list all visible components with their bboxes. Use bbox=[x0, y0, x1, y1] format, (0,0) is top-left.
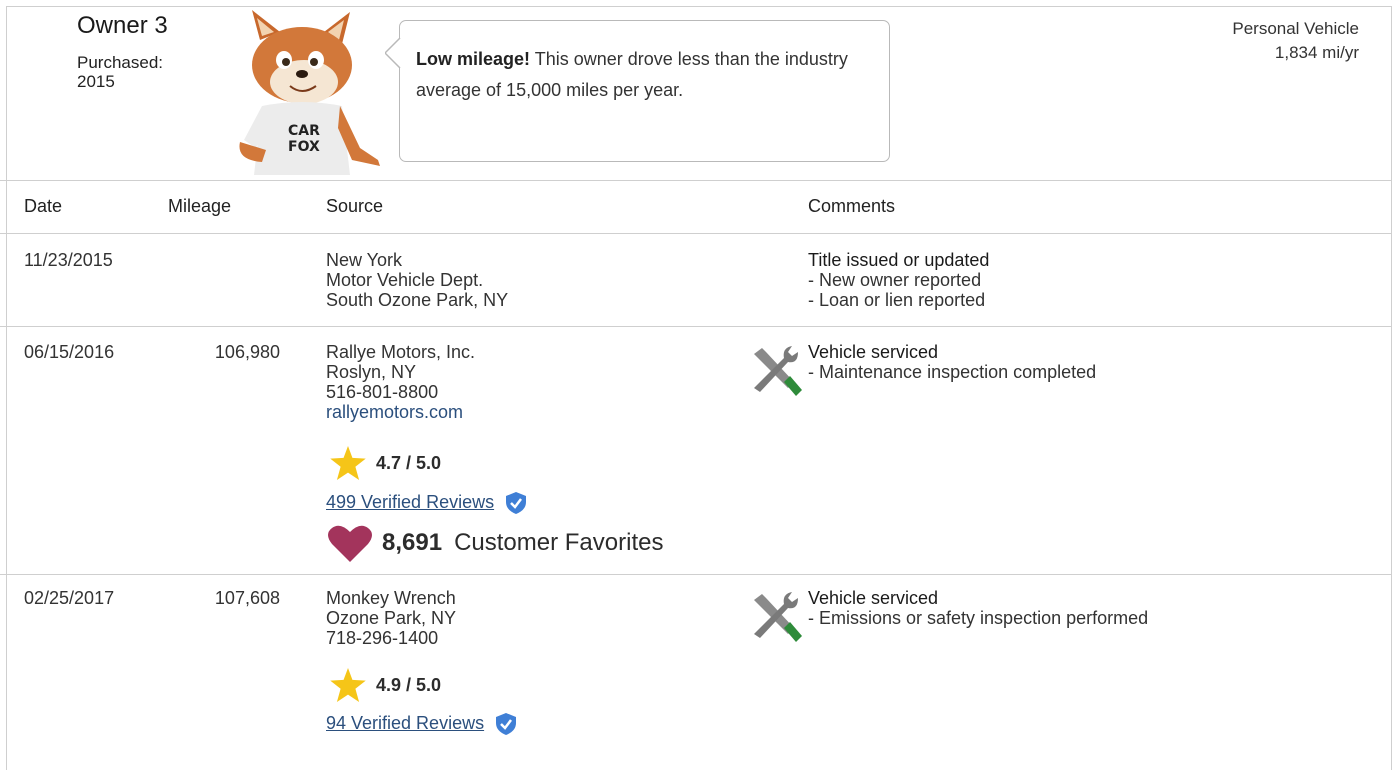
star-icon bbox=[330, 446, 366, 480]
vehicle-usage: Personal Vehicle 1,834 mi/yr bbox=[1232, 17, 1359, 65]
callout-tail bbox=[385, 38, 401, 68]
column-header-date: Date bbox=[24, 196, 63, 216]
row-mileage: 107,608 bbox=[214, 588, 280, 608]
reviews-row: 499 Verified Reviews bbox=[326, 491, 527, 515]
comment-title: Vehicle serviced bbox=[808, 342, 939, 362]
vehicle-type: Personal Vehicle bbox=[1232, 19, 1359, 38]
rating-score: 4.9 / 5.0 bbox=[376, 674, 442, 695]
source-line: Motor Vehicle Dept. bbox=[326, 270, 484, 290]
comment-line: - Maintenance inspection completed bbox=[808, 362, 1097, 382]
row-source: Monkey Wrench Ozone Park, NY 718-296-140… bbox=[326, 588, 456, 648]
comment-title: Title issued or updated bbox=[808, 250, 990, 270]
purchased-label: Purchased: bbox=[77, 53, 163, 72]
row-mileage: 106,980 bbox=[214, 342, 280, 362]
miles-per-year: 1,834 mi/yr bbox=[1274, 43, 1359, 62]
comment-line: - Emissions or safety inspection perform… bbox=[808, 608, 1149, 628]
star-icon bbox=[330, 668, 366, 702]
verified-shield-icon bbox=[496, 713, 517, 735]
verified-reviews-link[interactable]: 499 Verified Reviews bbox=[326, 492, 494, 512]
comment-line: - New owner reported bbox=[808, 270, 982, 290]
divider bbox=[0, 180, 1392, 181]
owner-title: Owner 3 bbox=[77, 12, 168, 39]
dealer-rating: 4.9 / 5.0 bbox=[330, 668, 441, 702]
purchased-year: 2015 bbox=[77, 72, 115, 91]
carfox-mascot-icon: CAR FOX bbox=[239, 10, 380, 175]
verified-shield-icon bbox=[506, 492, 527, 514]
source-line: Ozone Park, NY bbox=[326, 608, 457, 628]
column-header-comments: Comments bbox=[808, 196, 896, 216]
divider bbox=[0, 326, 1392, 327]
heart-icon bbox=[328, 525, 372, 562]
row-source: Rallye Motors, Inc. Roslyn, NY 516-801-8… bbox=[326, 342, 475, 422]
row-comments: Vehicle serviced - Maintenance inspectio… bbox=[808, 342, 1096, 382]
verified-reviews-link[interactable]: 94 Verified Reviews bbox=[326, 713, 484, 733]
source-line: Roslyn, NY bbox=[326, 362, 417, 382]
comment-title: Vehicle serviced bbox=[808, 588, 939, 608]
column-header-mileage: Mileage bbox=[168, 196, 232, 216]
favorites-label: Customer Favorites bbox=[454, 529, 664, 556]
source-line: New York bbox=[326, 250, 403, 270]
tools-icon bbox=[754, 346, 802, 396]
dealer-rating: 4.7 / 5.0 bbox=[330, 446, 441, 480]
source-line: Monkey Wrench bbox=[326, 588, 456, 608]
row-source: New York Motor Vehicle Dept. South Ozone… bbox=[326, 250, 508, 310]
customer-favorites: 8,691 Customer Favorites bbox=[328, 524, 663, 562]
source-line: Rallye Motors, Inc. bbox=[326, 342, 476, 362]
svg-text:CAR: CAR bbox=[288, 123, 320, 139]
source-line: 718-296-1400 bbox=[326, 628, 439, 648]
purchased-info: Purchased: 2015 bbox=[77, 53, 207, 91]
row-comments: Title issued or updated - New owner repo… bbox=[808, 250, 989, 310]
comment-line: - Loan or lien reported bbox=[808, 290, 986, 310]
column-header-source: Source bbox=[326, 196, 384, 216]
rating-score: 4.7 / 5.0 bbox=[376, 452, 442, 473]
callout-highlight: Low mileage! bbox=[416, 49, 531, 69]
dealer-website-link[interactable]: rallyemotors.com bbox=[326, 402, 475, 422]
svg-text:FOX: FOX bbox=[288, 139, 320, 155]
row-comments: Vehicle serviced - Emissions or safety i… bbox=[808, 588, 1148, 628]
source-line: 516-801-8800 bbox=[326, 382, 439, 402]
reviews-row: 94 Verified Reviews bbox=[326, 712, 517, 736]
favorites-count: 8,691 bbox=[382, 529, 443, 556]
row-date: 06/15/2016 bbox=[24, 342, 115, 362]
row-date: 02/25/2017 bbox=[24, 588, 115, 608]
low-mileage-callout: Low mileage! This owner drove less than … bbox=[399, 20, 890, 162]
divider bbox=[0, 233, 1392, 234]
divider bbox=[0, 574, 1392, 575]
row-date: 11/23/2015 bbox=[24, 250, 113, 270]
source-line: South Ozone Park, NY bbox=[326, 290, 509, 310]
tools-icon bbox=[754, 592, 802, 642]
